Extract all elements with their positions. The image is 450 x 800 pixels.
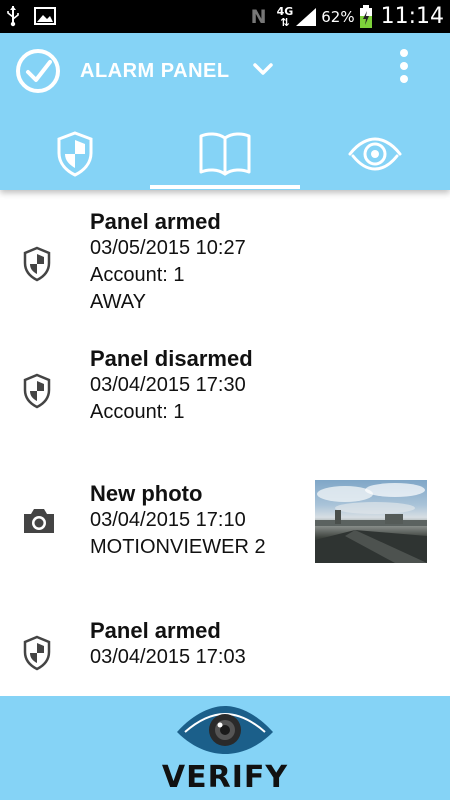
status-left: [6, 5, 56, 27]
shield-icon: [23, 635, 51, 671]
tab-history[interactable]: [150, 118, 300, 190]
overflow-menu-icon[interactable]: [394, 47, 414, 85]
app-title[interactable]: ALARM PANEL: [80, 60, 230, 83]
event-title: New photo: [90, 481, 203, 506]
event-text: New photo 03/04/2015 17:10 MOTIONVIEWER …: [90, 480, 266, 561]
tab-bar: [0, 118, 450, 190]
eye-icon: [348, 137, 402, 171]
book-icon: [199, 132, 251, 176]
active-tab-indicator: [150, 185, 300, 189]
shield-icon: [23, 373, 51, 409]
battery-percent: 62%: [321, 7, 355, 26]
tab-verify[interactable]: [300, 118, 450, 190]
event-datetime: 03/04/2015 17:30: [90, 374, 246, 396]
title-row: ALARM PANEL: [0, 33, 450, 106]
list-item[interactable]: Panel armed 03/04/2015 17:03: [0, 617, 450, 696]
event-title: Panel armed: [90, 209, 221, 234]
network-type-label: 4G: [276, 4, 294, 18]
list-item[interactable]: Panel disarmed 03/04/2015 17:30 Account:…: [0, 345, 450, 435]
nfc-indicator: N: [250, 5, 267, 28]
tab-alarm[interactable]: [0, 118, 150, 190]
event-title: Panel armed: [90, 618, 221, 643]
shield-icon: [23, 246, 51, 282]
chevron-down-icon[interactable]: [252, 60, 274, 78]
event-mode: AWAY: [90, 291, 146, 313]
verify-eye-icon: [177, 706, 273, 754]
event-text: Panel armed 03/05/2015 10:27 Account: 1 …: [90, 208, 246, 316]
event-list: Panel armed 03/05/2015 10:27 Account: 1 …: [0, 190, 450, 696]
usb-icon: [7, 6, 19, 27]
photo-thumbnail[interactable]: [315, 480, 427, 563]
app-header: ALARM PANEL: [0, 33, 450, 190]
event-account: Account: 1: [90, 264, 185, 286]
event-title: Panel disarmed: [90, 346, 253, 371]
battery-icon: [359, 4, 372, 28]
verify-footer[interactable]: VERIFY: [0, 696, 450, 800]
event-datetime: 03/05/2015 10:27: [90, 237, 246, 259]
event-account: Account: 1: [90, 401, 185, 423]
camera-icon: [24, 509, 54, 533]
list-item[interactable]: Panel armed 03/05/2015 10:27 Account: 1 …: [0, 208, 450, 318]
event-source: MOTIONVIEWER 2: [90, 536, 266, 558]
photo-scene: [315, 483, 427, 563]
event-text: Panel armed 03/04/2015 17:03: [90, 617, 246, 671]
event-datetime: 03/04/2015 17:10: [90, 509, 246, 531]
status-right: N 4G ⇅ 62% 11:14: [251, 0, 444, 33]
network-type: 4G ⇅: [276, 4, 294, 29]
status-bar: N 4G ⇅ 62% 11:14: [0, 0, 450, 33]
list-item[interactable]: New photo 03/04/2015 17:10 MOTIONVIEWER …: [0, 480, 450, 570]
event-text: Panel disarmed 03/04/2015 17:30 Account:…: [90, 345, 253, 426]
event-datetime: 03/04/2015 17:03: [90, 646, 246, 668]
gallery-icon: [34, 7, 56, 25]
verify-logo-text: VERIFY: [161, 760, 289, 795]
check-circle-icon[interactable]: [15, 48, 61, 94]
shield-icon: [57, 131, 93, 177]
clock: 11:14: [380, 4, 444, 29]
signal-icon: [296, 7, 317, 26]
